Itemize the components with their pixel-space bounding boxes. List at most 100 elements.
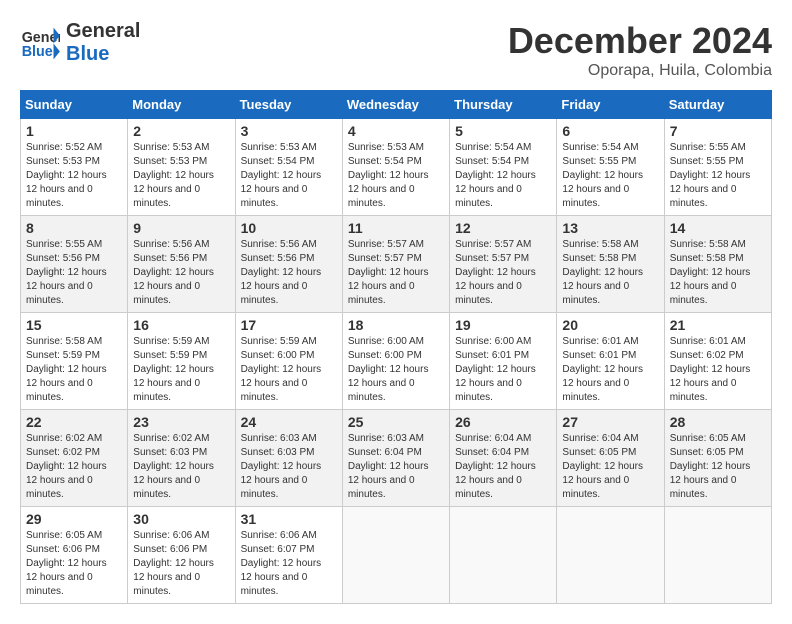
day-number: 18 xyxy=(348,317,444,333)
week-row-3: 15 Sunrise: 5:58 AMSunset: 5:59 PMDayligh… xyxy=(21,313,772,410)
day-cell: 17 Sunrise: 5:59 AMSunset: 6:00 PMDayligh… xyxy=(235,313,342,410)
day-cell xyxy=(557,507,664,604)
day-detail: Sunrise: 5:53 AMSunset: 5:54 PMDaylight:… xyxy=(348,141,444,211)
day-cell: 8Sunrise: 5:55 AMSunset: 5:56 PMDaylight… xyxy=(21,216,128,313)
logo-general: General xyxy=(66,20,140,43)
day-number: 29 xyxy=(26,511,122,527)
day-cell: 27 Sunrise: 6:04 AMSunset: 6:05 PMDayligh… xyxy=(557,410,664,507)
day-number: 26 xyxy=(455,414,551,430)
header-cell-friday: Friday xyxy=(557,91,664,119)
week-row-1: 1 Sunrise: 5:52 AMSunset: 5:53 PMDaylight… xyxy=(21,119,772,216)
day-detail: Sunrise: 5:59 AMSunset: 5:59 PMDaylight:… xyxy=(133,335,229,405)
day-cell: 12 Sunrise: 5:57 AMSunset: 5:57 PMDayligh… xyxy=(450,216,557,313)
day-detail: Sunrise: 5:59 AMSunset: 6:00 PMDaylight:… xyxy=(241,335,337,405)
day-number: 19 xyxy=(455,317,551,333)
day-cell: 9 Sunrise: 5:56 AMSunset: 5:56 PMDaylight… xyxy=(128,216,235,313)
day-number: 15 xyxy=(26,317,122,333)
day-cell: 3 Sunrise: 5:53 AMSunset: 5:54 PMDaylight… xyxy=(235,119,342,216)
week-row-2: 8Sunrise: 5:55 AMSunset: 5:56 PMDaylight… xyxy=(21,216,772,313)
day-cell xyxy=(450,507,557,604)
day-detail: Sunrise: 5:53 AMSunset: 5:54 PMDaylight:… xyxy=(241,141,337,211)
day-cell: 14 Sunrise: 5:58 AMSunset: 5:58 PMDayligh… xyxy=(664,216,771,313)
day-number: 6 xyxy=(562,123,658,139)
day-cell: 26 Sunrise: 6:04 AMSunset: 6:04 PMDayligh… xyxy=(450,410,557,507)
day-detail: Sunrise: 6:06 AMSunset: 6:06 PMDaylight:… xyxy=(133,529,229,599)
logo-icon: General Blue xyxy=(20,26,60,61)
day-number: 27 xyxy=(562,414,658,430)
day-detail: Sunrise: 6:02 AMSunset: 6:03 PMDaylight:… xyxy=(133,432,229,502)
day-cell: 21 Sunrise: 6:01 AMSunset: 6:02 PMDayligh… xyxy=(664,313,771,410)
day-detail: Sunrise: 5:57 AMSunset: 5:57 PMDaylight:… xyxy=(455,238,551,308)
day-number: 21 xyxy=(670,317,766,333)
day-detail: Sunrise: 6:04 AMSunset: 6:05 PMDaylight:… xyxy=(562,432,658,502)
week-row-4: 22 Sunrise: 6:02 AMSunset: 6:02 PMDayligh… xyxy=(21,410,772,507)
day-cell: 5 Sunrise: 5:54 AMSunset: 5:54 PMDaylight… xyxy=(450,119,557,216)
day-detail: Sunrise: 5:57 AMSunset: 5:57 PMDaylight:… xyxy=(348,238,444,308)
header-cell-tuesday: Tuesday xyxy=(235,91,342,119)
day-cell: 7 Sunrise: 5:55 AMSunset: 5:55 PMDaylight… xyxy=(664,119,771,216)
day-number: 12 xyxy=(455,220,551,236)
day-detail: Sunrise: 6:06 AMSunset: 6:07 PMDaylight:… xyxy=(241,529,337,599)
day-cell: 28 Sunrise: 6:05 AMSunset: 6:05 PMDayligh… xyxy=(664,410,771,507)
day-number: 5 xyxy=(455,123,551,139)
day-cell: 1 Sunrise: 5:52 AMSunset: 5:53 PMDaylight… xyxy=(21,119,128,216)
day-detail: Sunrise: 5:56 AMSunset: 5:56 PMDaylight:… xyxy=(133,238,229,308)
day-cell: 19Sunrise: 6:00 AMSunset: 6:01 PMDayligh… xyxy=(450,313,557,410)
day-detail: Sunrise: 6:02 AMSunset: 6:02 PMDaylight:… xyxy=(26,432,122,502)
header-cell-sunday: Sunday xyxy=(21,91,128,119)
day-cell: 11 Sunrise: 5:57 AMSunset: 5:57 PMDayligh… xyxy=(342,216,449,313)
month-title: December 2024 xyxy=(508,20,772,62)
day-number: 9 xyxy=(133,220,229,236)
day-number: 20 xyxy=(562,317,658,333)
day-detail: Sunrise: 5:54 AMSunset: 5:54 PMDaylight:… xyxy=(455,141,551,211)
title-area: December 2024 Oporapa, Huila, Colombia xyxy=(508,20,772,80)
header-row: SundayMondayTuesdayWednesdayThursdayFrid… xyxy=(21,91,772,119)
day-detail: Sunrise: 5:58 AMSunset: 5:58 PMDaylight:… xyxy=(670,238,766,308)
day-detail: Sunrise: 5:55 AMSunset: 5:55 PMDaylight:… xyxy=(670,141,766,211)
location: Oporapa, Huila, Colombia xyxy=(508,62,772,80)
day-cell: 18 Sunrise: 6:00 AMSunset: 6:00 PMDayligh… xyxy=(342,313,449,410)
header-cell-saturday: Saturday xyxy=(664,91,771,119)
day-number: 2 xyxy=(133,123,229,139)
day-detail: Sunrise: 5:58 AMSunset: 5:59 PMDaylight:… xyxy=(26,335,122,405)
day-number: 7 xyxy=(670,123,766,139)
day-cell xyxy=(664,507,771,604)
svg-text:Blue: Blue xyxy=(22,44,53,60)
day-cell: 2 Sunrise: 5:53 AMSunset: 5:53 PMDaylight… xyxy=(128,119,235,216)
logo-blue: Blue xyxy=(66,43,140,66)
day-detail: Sunrise: 6:00 AMSunset: 6:00 PMDaylight:… xyxy=(348,335,444,405)
day-number: 4 xyxy=(348,123,444,139)
day-cell: 4 Sunrise: 5:53 AMSunset: 5:54 PMDaylight… xyxy=(342,119,449,216)
day-number: 1 xyxy=(26,123,122,139)
day-number: 13 xyxy=(562,220,658,236)
day-number: 11 xyxy=(348,220,444,236)
day-cell: 6Sunrise: 5:54 AMSunset: 5:55 PMDaylight… xyxy=(557,119,664,216)
day-number: 14 xyxy=(670,220,766,236)
day-cell xyxy=(342,507,449,604)
week-row-5: 29Sunrise: 6:05 AMSunset: 6:06 PMDayligh… xyxy=(21,507,772,604)
day-number: 16 xyxy=(133,317,229,333)
day-number: 8 xyxy=(26,220,122,236)
day-number: 3 xyxy=(241,123,337,139)
day-cell: 22 Sunrise: 6:02 AMSunset: 6:02 PMDayligh… xyxy=(21,410,128,507)
day-number: 28 xyxy=(670,414,766,430)
day-cell: 25 Sunrise: 6:03 AMSunset: 6:04 PMDayligh… xyxy=(342,410,449,507)
day-detail: Sunrise: 5:58 AMSunset: 5:58 PMDaylight:… xyxy=(562,238,658,308)
day-detail: Sunrise: 5:56 AMSunset: 5:56 PMDaylight:… xyxy=(241,238,337,308)
day-cell: 24Sunrise: 6:03 AMSunset: 6:03 PMDayligh… xyxy=(235,410,342,507)
day-cell: 30 Sunrise: 6:06 AMSunset: 6:06 PMDayligh… xyxy=(128,507,235,604)
day-number: 17 xyxy=(241,317,337,333)
day-number: 30 xyxy=(133,511,229,527)
day-detail: Sunrise: 5:52 AMSunset: 5:53 PMDaylight:… xyxy=(26,141,122,211)
day-detail: Sunrise: 6:04 AMSunset: 6:04 PMDaylight:… xyxy=(455,432,551,502)
header-cell-thursday: Thursday xyxy=(450,91,557,119)
day-detail: Sunrise: 6:05 AMSunset: 6:05 PMDaylight:… xyxy=(670,432,766,502)
day-detail: Sunrise: 6:03 AMSunset: 6:04 PMDaylight:… xyxy=(348,432,444,502)
day-number: 22 xyxy=(26,414,122,430)
day-number: 24 xyxy=(241,414,337,430)
day-number: 10 xyxy=(241,220,337,236)
day-detail: Sunrise: 5:53 AMSunset: 5:53 PMDaylight:… xyxy=(133,141,229,211)
day-number: 25 xyxy=(348,414,444,430)
calendar-table: SundayMondayTuesdayWednesdayThursdayFrid… xyxy=(20,90,772,604)
day-detail: Sunrise: 6:01 AMSunset: 6:02 PMDaylight:… xyxy=(670,335,766,405)
